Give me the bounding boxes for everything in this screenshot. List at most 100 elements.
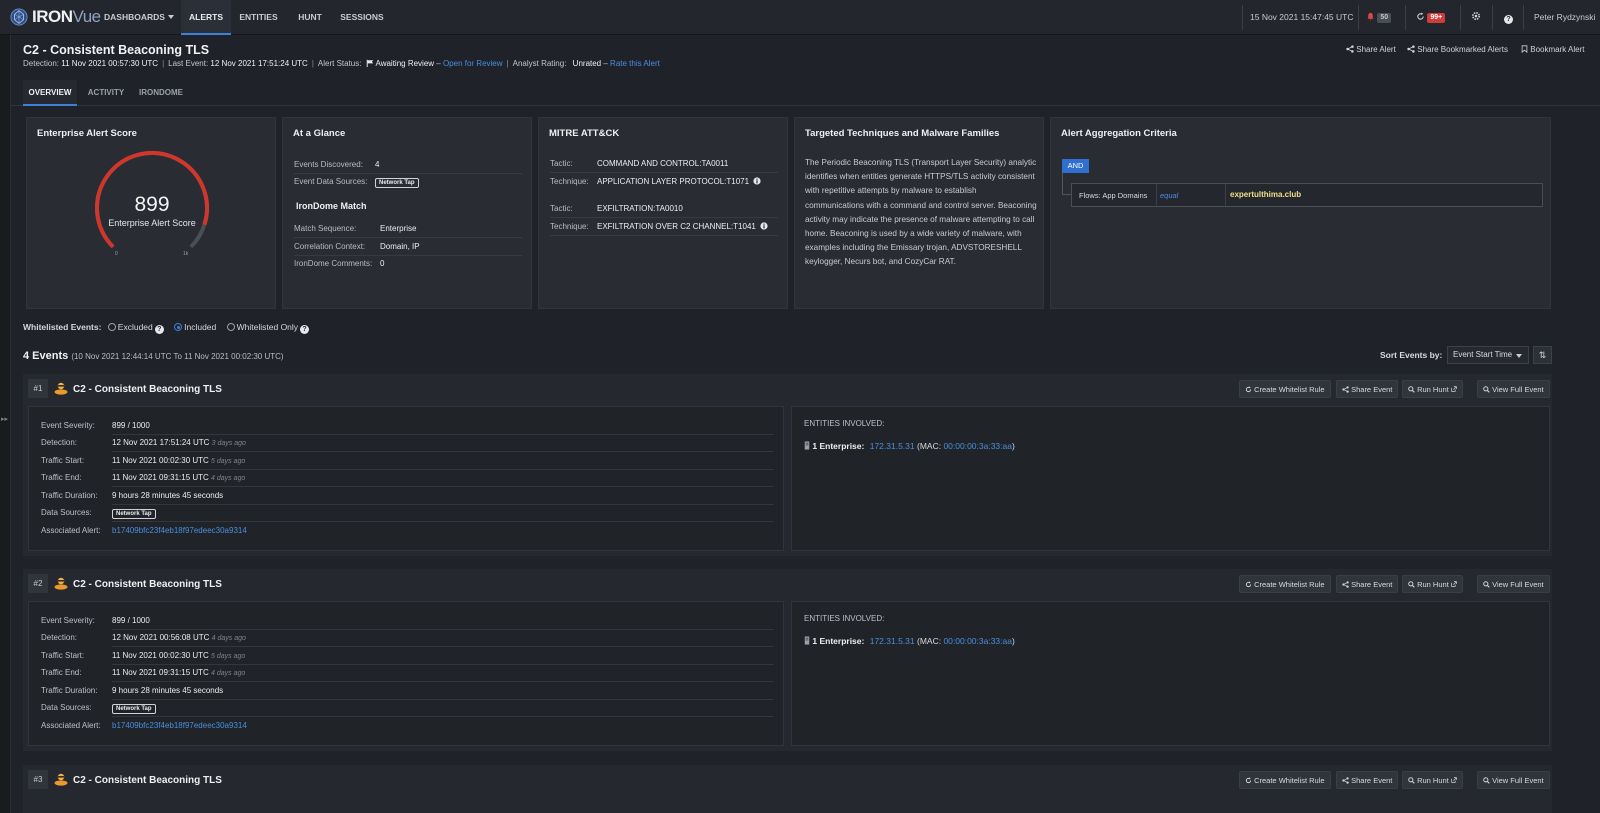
score-label: Enterprise Alert Score [108, 218, 196, 228]
traffic-start-ago: 5 days ago [211, 653, 246, 660]
alert-tabs: OVERVIEW ACTIVITY IRONDOME [11, 80, 1600, 106]
refresh-button[interactable]: 99+ [1416, 0, 1446, 35]
run-hunt-button[interactable]: Run Hunt [1402, 380, 1463, 398]
data-sources-label: Data Sources: [41, 703, 92, 712]
technique-label: Technique: [550, 177, 589, 186]
and-operator-badge: AND [1062, 159, 1089, 173]
event-card: #1 C2 - Consistent Beaconing TLS Create … [23, 374, 1552, 556]
info-icon[interactable] [760, 222, 768, 230]
ironvue-logo[interactable]: IRON Vue [10, 6, 101, 28]
included-label: Included [184, 322, 217, 332]
events-range: (10 Nov 2021 12:44:14 UTC To 11 Nov 2021… [71, 352, 284, 361]
nav-hunt[interactable]: HUNT [290, 0, 330, 35]
event-detection-ago: 4 days ago [211, 635, 246, 642]
help-icon[interactable]: ? [154, 325, 164, 334]
open-for-review-link[interactable]: Open for Review [443, 59, 503, 68]
divider [1523, 5, 1524, 30]
bell-icon [1367, 12, 1374, 21]
entities-involved-panel: ENTITIES INVOLVED: 1 Enterprise: 172.31.… [791, 601, 1550, 746]
rate-alert-link[interactable]: Rate this Alert [610, 59, 660, 68]
view-full-event-label: View Full Event [1492, 776, 1544, 785]
associated-alert-link[interactable]: b17409bfc23f4eb18f97edeec30a9314 [112, 526, 247, 535]
excluded-radio[interactable] [107, 323, 116, 331]
create-whitelist-rule-button[interactable]: Create Whitelist Rule [1239, 575, 1331, 593]
user-menu[interactable]: Peter Rydzynski [1534, 0, 1595, 35]
share-event-button[interactable]: Share Event [1336, 575, 1399, 593]
share-alert-button[interactable]: Share Alert [1346, 45, 1396, 54]
card-title: Enterprise Alert Score [37, 128, 137, 139]
sidebar-collapse-strip[interactable]: ▸▸ [0, 35, 11, 813]
alert-status-label: Alert Status: [317, 59, 362, 68]
criteria-value: expertulthima.club [1230, 190, 1302, 199]
alert-aggregation-card: Alert Aggregation Criteria AND Flows: Ap… [1050, 117, 1551, 309]
event-title: C2 - Consistent Beaconing TLS [73, 775, 222, 786]
entity-mac-link[interactable]: 00:00:00:3a:33:aa [943, 441, 1012, 451]
included-radio[interactable] [174, 323, 183, 331]
whitelisted-only-label: Whitelisted Only [236, 322, 299, 332]
divider [1492, 5, 1493, 30]
refresh-count: 99+ [1427, 13, 1446, 23]
run-hunt-button[interactable]: Run Hunt [1402, 575, 1463, 593]
last-event-label: Last Event: [168, 59, 209, 68]
event-detection-value: 12 Nov 2021 17:51:24 UTC [112, 438, 210, 447]
server-icon [804, 441, 810, 450]
help-button[interactable]: ? [1502, 0, 1513, 35]
match-sequence-label: Match Sequence: [294, 224, 357, 233]
irondome-comments-value: 0 [380, 259, 385, 268]
events-discovered-value: 4 [375, 160, 380, 169]
nav-alerts[interactable]: ALERTS [181, 0, 231, 35]
server-icon [804, 636, 810, 645]
nav-dashboards-label: DASHBOARDS [104, 12, 165, 22]
nav-dashboards[interactable]: DASHBOARDS [104, 0, 174, 35]
correlation-context-label: Correlation Context: [294, 242, 366, 251]
entity-ip-link[interactable]: 172.31.5.31 [870, 636, 915, 646]
sort-select[interactable]: Event Start Time [1447, 346, 1529, 364]
sort-direction-button[interactable]: ⇅ [1533, 346, 1552, 364]
share-icon [1407, 45, 1415, 53]
share-event-button[interactable]: Share Event [1336, 380, 1399, 398]
card-title: Alert Aggregation Criteria [1061, 128, 1177, 139]
info-icon[interactable] [753, 177, 761, 185]
tab-irondome[interactable]: IRONDOME [135, 80, 187, 106]
refresh-icon [1245, 386, 1252, 393]
view-full-event-button[interactable]: View Full Event [1477, 380, 1550, 398]
create-whitelist-rule-button[interactable]: Create Whitelist Rule [1239, 771, 1331, 789]
entity-type: 1 Enterprise: [812, 636, 865, 646]
event-severity: Event Severity: 899 / 1000 [41, 421, 150, 430]
match-sequence-value: Enterprise [380, 224, 417, 233]
run-hunt-label: Run Hunt [1417, 580, 1449, 589]
refresh-icon [1417, 12, 1424, 20]
help-icon[interactable]: ? [300, 325, 310, 334]
criteria-comparator: equal [1160, 191, 1179, 200]
create-whitelist-rule-button[interactable]: Create Whitelist Rule [1239, 380, 1331, 398]
nav-sessions[interactable]: SESSIONS [338, 0, 386, 35]
chevron-down-icon [1516, 354, 1522, 358]
entity-mac-link[interactable]: 00:00:00:3a:33:aa [943, 636, 1012, 646]
gauge-min-label: 0 [115, 251, 118, 257]
excluded-label: Excluded [117, 322, 153, 332]
run-hunt-label: Run Hunt [1417, 776, 1449, 785]
share-bookmarked-alerts-button[interactable]: Share Bookmarked Alerts [1407, 45, 1508, 54]
share-event-label: Share Event [1351, 776, 1393, 785]
correlation-context-value: Domain, IP [380, 242, 420, 251]
card-title: At a Glance [293, 128, 346, 139]
technique-label: Technique: [550, 222, 589, 231]
run-hunt-button[interactable]: Run Hunt [1402, 771, 1463, 789]
notifications-button[interactable]: 50 [1366, 0, 1392, 35]
share-event-button[interactable]: Share Event [1336, 771, 1399, 789]
tab-overview[interactable]: OVERVIEW [23, 80, 77, 106]
nav-entities[interactable]: ENTITIES [236, 0, 281, 35]
entity-ip-link[interactable]: 172.31.5.31 [870, 441, 915, 451]
score-value: 899 [134, 193, 170, 216]
traffic-duration: Traffic Duration: 9 hours 28 minutes 45 s… [41, 491, 223, 500]
whitelisted-only-radio[interactable] [226, 323, 235, 331]
traffic-end: Traffic End: 11 Nov 2021 09:31:15 UTC 4 d… [41, 473, 245, 482]
associated-alert-link[interactable]: b17409bfc23f4eb18f97edeec30a9314 [112, 721, 247, 730]
network-tap-tag: Network Tap [112, 704, 156, 714]
tab-activity[interactable]: ACTIVITY [81, 80, 131, 106]
view-full-event-button[interactable]: View Full Event [1477, 575, 1550, 593]
view-full-event-button[interactable]: View Full Event [1477, 771, 1550, 789]
settings-button[interactable] [1471, 0, 1481, 35]
traffic-start-label: Traffic Start: [41, 651, 85, 660]
bookmark-alert-button[interactable]: Bookmark Alert [1521, 45, 1584, 54]
